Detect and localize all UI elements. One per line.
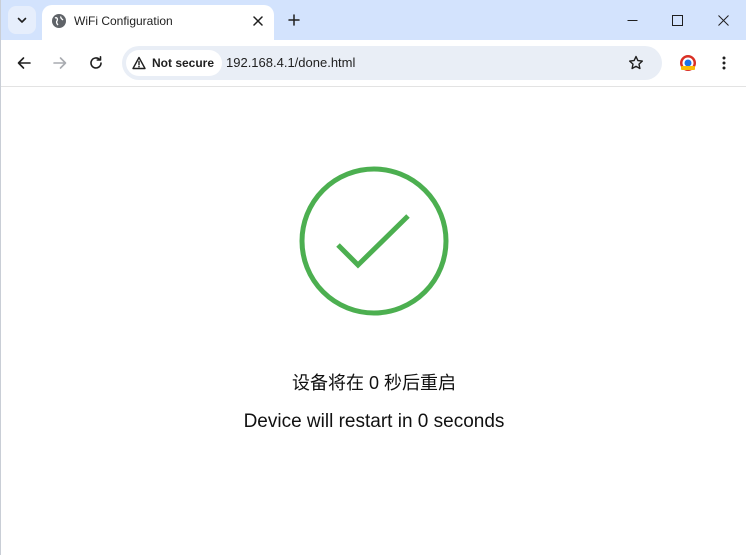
security-label: Not secure	[152, 56, 215, 70]
close-icon	[717, 14, 729, 26]
close-window-button[interactable]	[700, 4, 746, 36]
bookmark-button[interactable]	[625, 52, 647, 74]
more-vertical-icon	[722, 56, 726, 70]
tab-search-button[interactable]	[8, 6, 36, 34]
reload-icon	[90, 56, 102, 69]
warning-triangle-icon	[132, 56, 146, 70]
browser-menu-button[interactable]	[712, 51, 736, 75]
restart-message-english: Device will restart in 0 seconds	[243, 411, 505, 432]
browser-toolbar: Not secure 192.168.4.1/done.html	[1, 40, 746, 87]
page-content: 设备将在 0 秒后重启 Device will restart in 0 sec…	[1, 87, 746, 555]
plus-icon	[288, 14, 300, 26]
globe-icon	[52, 14, 66, 28]
minimize-icon	[627, 19, 637, 21]
arrow-left-icon	[17, 57, 31, 69]
browser-window: WiFi Configuration Not secure 192.168.4.…	[0, 0, 746, 555]
reload-button[interactable]	[82, 49, 110, 77]
chevron-down-icon	[17, 17, 27, 23]
checkmark-circle-icon	[299, 166, 449, 316]
back-button[interactable]	[10, 49, 38, 77]
forward-button[interactable]	[46, 49, 74, 77]
tab-close-button[interactable]	[249, 12, 267, 30]
minimize-button[interactable]	[609, 4, 655, 36]
extension-icon	[680, 55, 696, 71]
tab-wifi-configuration[interactable]: WiFi Configuration	[42, 5, 274, 40]
tab-title: WiFi Configuration	[74, 14, 173, 28]
site-security-chip[interactable]: Not secure	[126, 50, 223, 76]
arrow-right-icon	[53, 57, 67, 69]
address-bar[interactable]: Not secure 192.168.4.1/done.html	[122, 46, 662, 80]
restart-message-chinese: 设备将在 0 秒后重启	[291, 373, 456, 393]
tab-strip: WiFi Configuration	[1, 0, 746, 40]
maximize-button[interactable]	[654, 4, 700, 36]
close-icon	[253, 16, 263, 26]
maximize-icon	[671, 14, 683, 26]
star-icon	[629, 55, 643, 70]
url-text[interactable]: 192.168.4.1/done.html	[226, 55, 355, 70]
new-tab-button[interactable]	[282, 8, 306, 32]
extension-button[interactable]	[676, 51, 700, 75]
